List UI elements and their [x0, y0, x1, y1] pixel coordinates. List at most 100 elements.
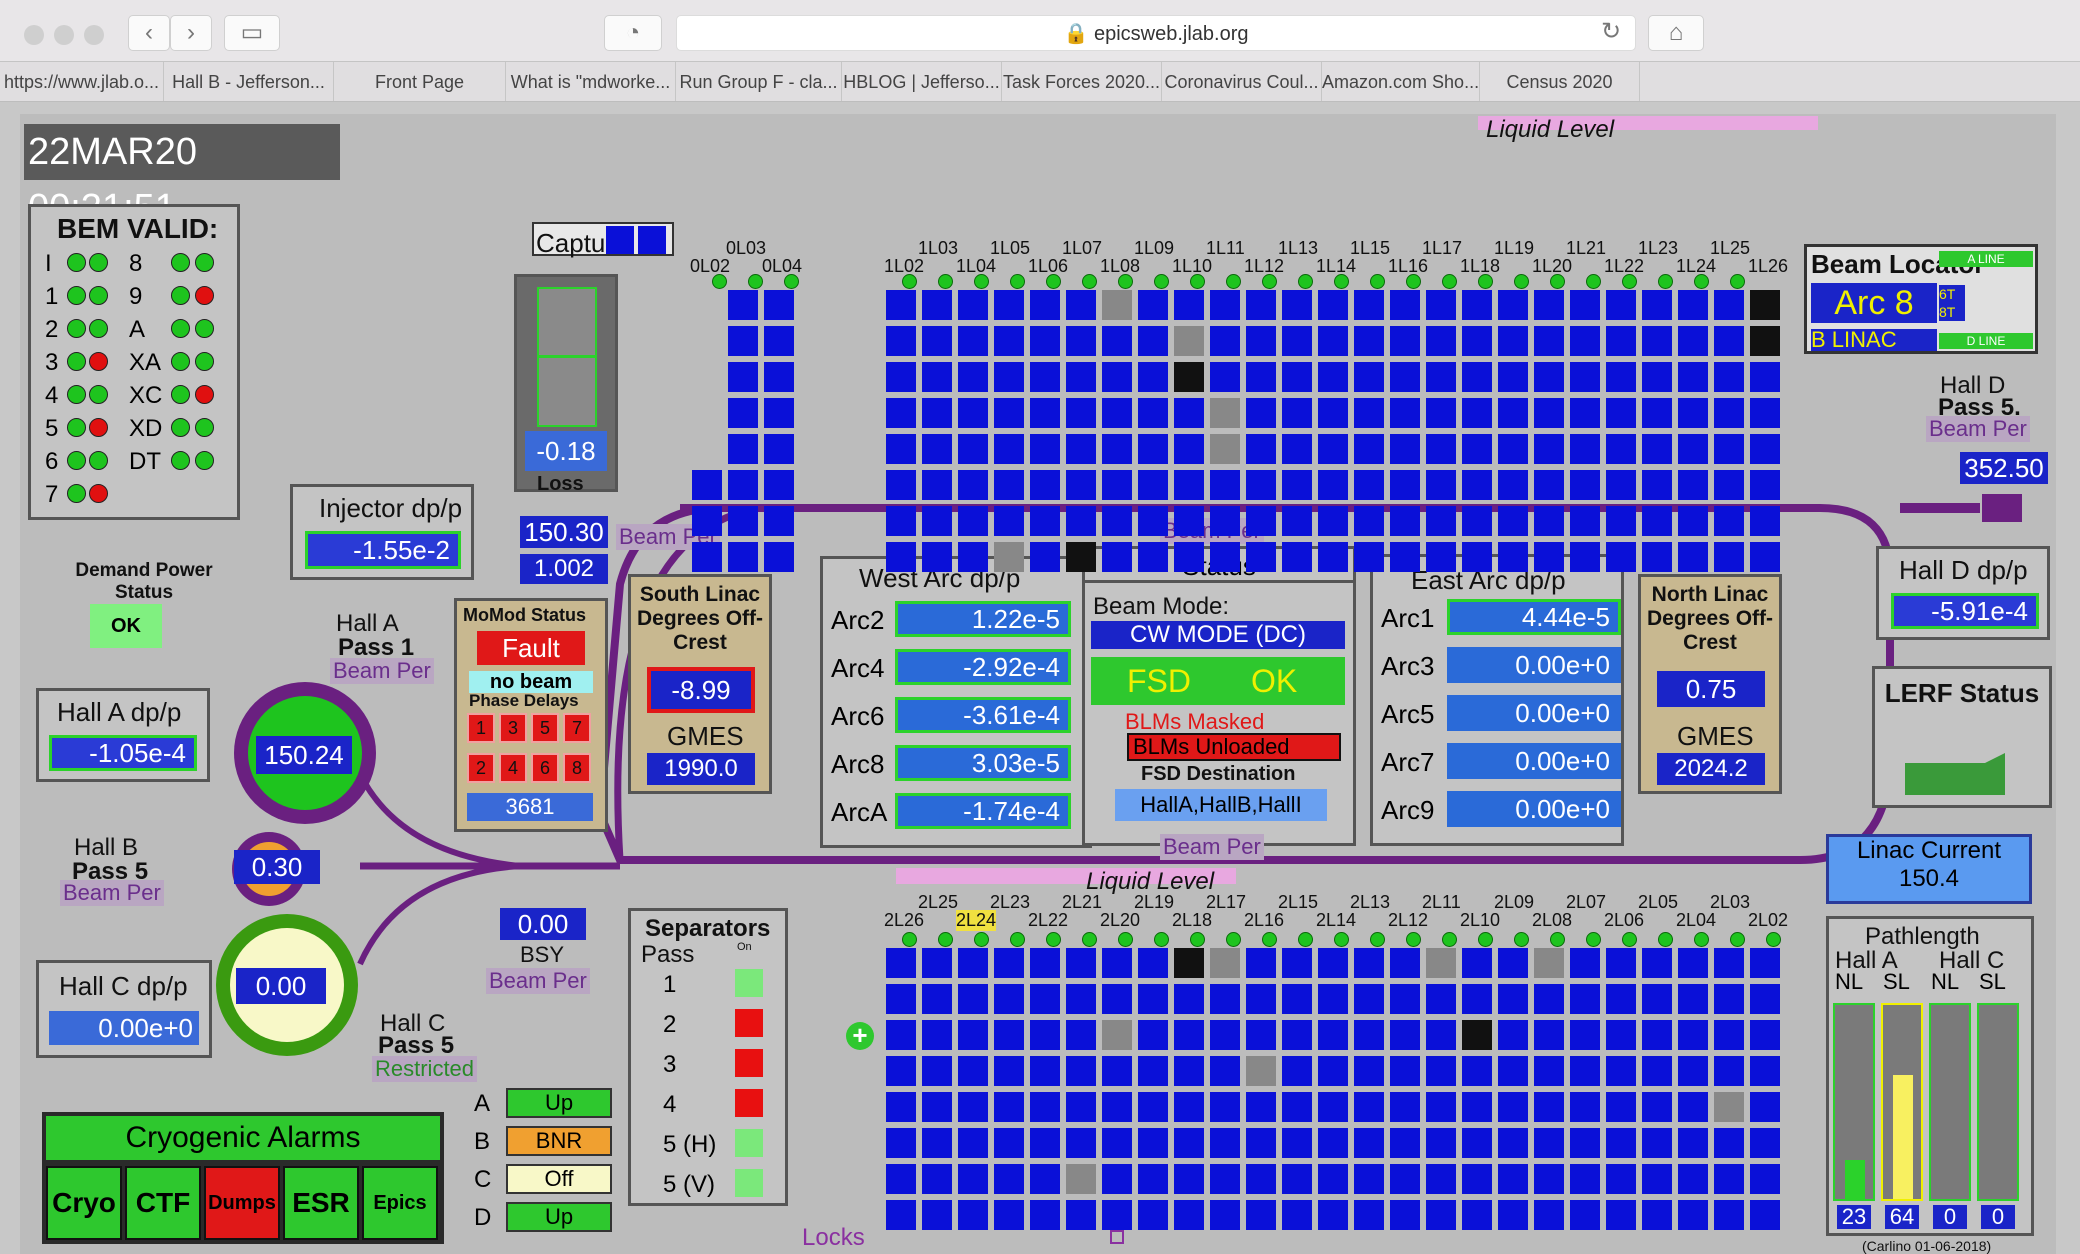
cavity-cell[interactable] — [1102, 1200, 1132, 1230]
phase-delay-cell[interactable]: 1 — [467, 713, 495, 743]
cavity-cell[interactable] — [1066, 398, 1096, 428]
cavity-cell[interactable] — [1498, 948, 1528, 978]
cavity-cell[interactable] — [994, 1056, 1024, 1086]
cavity-cell[interactable] — [994, 290, 1024, 320]
cavity-cell[interactable] — [1246, 542, 1276, 572]
cavity-cell[interactable] — [1354, 506, 1384, 536]
injector-cavity-cell[interactable] — [764, 326, 794, 356]
phase-delay-cell[interactable]: 6 — [531, 753, 559, 783]
cavity-cell[interactable] — [1426, 1056, 1456, 1086]
cavity-cell[interactable] — [1714, 290, 1744, 320]
cavity-cell[interactable] — [1606, 506, 1636, 536]
injector-cavity-cell[interactable] — [728, 326, 758, 356]
cavity-cell[interactable] — [1066, 984, 1096, 1014]
cavity-cell[interactable] — [1354, 1020, 1384, 1050]
hall-state-indicator[interactable]: Up — [506, 1202, 612, 1232]
cavity-cell[interactable] — [1714, 326, 1744, 356]
cavity-cell[interactable] — [1354, 1164, 1384, 1194]
cavity-cell[interactable] — [1138, 1200, 1168, 1230]
cavity-cell[interactable] — [1570, 1092, 1600, 1122]
cavity-cell[interactable] — [958, 1200, 988, 1230]
cavity-cell[interactable] — [958, 1056, 988, 1086]
cavity-cell[interactable] — [1750, 290, 1780, 320]
cavity-cell[interactable] — [994, 398, 1024, 428]
cavity-cell[interactable] — [1642, 326, 1672, 356]
cavity-cell[interactable] — [922, 984, 952, 1014]
cavity-cell[interactable] — [1210, 948, 1240, 978]
cavity-cell[interactable] — [1606, 470, 1636, 500]
cavity-cell[interactable] — [1174, 362, 1204, 392]
cavity-cell[interactable] — [1138, 1020, 1168, 1050]
cavity-cell[interactable] — [886, 948, 916, 978]
cavity-cell[interactable] — [1138, 1092, 1168, 1122]
cavity-cell[interactable] — [1390, 542, 1420, 572]
cavity-cell[interactable] — [1318, 1020, 1348, 1050]
cavity-cell[interactable] — [1678, 948, 1708, 978]
cavity-cell[interactable] — [1642, 362, 1672, 392]
cryo-alarm-button[interactable]: Epics — [362, 1166, 438, 1240]
cavity-cell[interactable] — [1498, 506, 1528, 536]
cavity-cell[interactable] — [1750, 506, 1780, 536]
cavity-cell[interactable] — [1642, 470, 1672, 500]
cavity-cell[interactable] — [1462, 542, 1492, 572]
phase-delay-cell[interactable]: 2 — [467, 753, 495, 783]
cavity-cell[interactable] — [1210, 1056, 1240, 1086]
cavity-cell[interactable] — [994, 362, 1024, 392]
cavity-cell[interactable] — [1246, 326, 1276, 356]
cavity-cell[interactable] — [1174, 1056, 1204, 1086]
cavity-cell[interactable] — [1678, 1200, 1708, 1230]
cavity-cell[interactable] — [922, 290, 952, 320]
cavity-cell[interactable] — [1462, 362, 1492, 392]
cavity-cell[interactable] — [1318, 1164, 1348, 1194]
cavity-cell[interactable] — [1282, 434, 1312, 464]
cavity-cell[interactable] — [1426, 434, 1456, 464]
cavity-cell[interactable] — [1138, 948, 1168, 978]
cavity-cell[interactable] — [1678, 1164, 1708, 1194]
cavity-cell[interactable] — [1750, 434, 1780, 464]
cavity-cell[interactable] — [1138, 290, 1168, 320]
cavity-cell[interactable] — [1678, 398, 1708, 428]
cavity-cell[interactable] — [1750, 470, 1780, 500]
cavity-cell[interactable] — [1390, 1056, 1420, 1086]
cavity-cell[interactable] — [1606, 398, 1636, 428]
cavity-cell[interactable] — [1246, 506, 1276, 536]
cavity-cell[interactable] — [922, 506, 952, 536]
cavity-cell[interactable] — [1354, 1056, 1384, 1086]
reload-icon[interactable]: ↻ — [1590, 15, 1632, 51]
injector-cavity-cell[interactable] — [728, 542, 758, 572]
cavity-cell[interactable] — [1246, 1164, 1276, 1194]
cavity-cell[interactable] — [1678, 1128, 1708, 1158]
cavity-cell[interactable] — [1390, 1020, 1420, 1050]
cavity-cell[interactable] — [1282, 506, 1312, 536]
cavity-cell[interactable] — [886, 1128, 916, 1158]
cavity-cell[interactable] — [1138, 542, 1168, 572]
cavity-cell[interactable] — [1498, 1092, 1528, 1122]
cavity-cell[interactable] — [1390, 290, 1420, 320]
cavity-cell[interactable] — [1426, 542, 1456, 572]
cavity-cell[interactable] — [1642, 1092, 1672, 1122]
cavity-cell[interactable] — [1174, 398, 1204, 428]
cavity-cell[interactable] — [994, 1128, 1024, 1158]
cavity-cell[interactable] — [1282, 984, 1312, 1014]
cavity-cell[interactable] — [1462, 326, 1492, 356]
cavity-cell[interactable] — [1138, 1056, 1168, 1086]
cavity-cell[interactable] — [1570, 542, 1600, 572]
cavity-cell[interactable] — [1462, 1128, 1492, 1158]
cavity-cell[interactable] — [958, 290, 988, 320]
cavity-cell[interactable] — [1066, 506, 1096, 536]
cavity-cell[interactable] — [1426, 290, 1456, 320]
cavity-cell[interactable] — [922, 1020, 952, 1050]
cavity-cell[interactable] — [1174, 506, 1204, 536]
cavity-cell[interactable] — [1606, 1020, 1636, 1050]
cavity-cell[interactable] — [1354, 542, 1384, 572]
address-bar[interactable]: 🔒 epicsweb.jlab.org — [676, 15, 1636, 51]
cavity-cell[interactable] — [1498, 1020, 1528, 1050]
cavity-cell[interactable] — [1390, 434, 1420, 464]
cavity-cell[interactable] — [1534, 470, 1564, 500]
bookmark-item[interactable]: What is "mdworke... — [506, 62, 676, 101]
cavity-cell[interactable] — [994, 1020, 1024, 1050]
cavity-cell[interactable] — [1714, 1020, 1744, 1050]
cavity-cell[interactable] — [1714, 542, 1744, 572]
cavity-cell[interactable] — [1354, 362, 1384, 392]
cavity-cell[interactable] — [1030, 1128, 1060, 1158]
